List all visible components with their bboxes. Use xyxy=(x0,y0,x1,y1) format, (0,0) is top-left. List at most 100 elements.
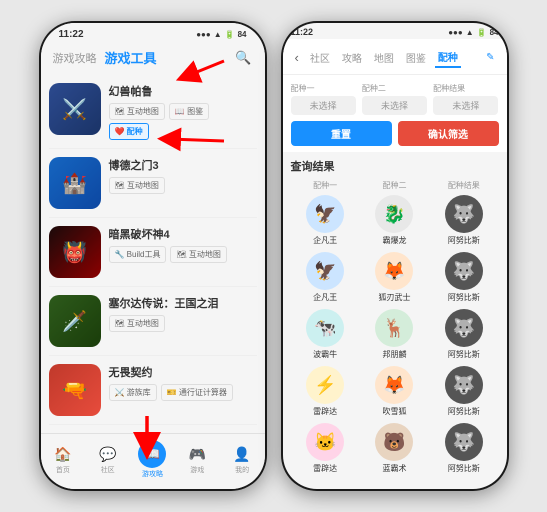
main-container: 11:22 ●●● ▲ 🔋 84 游戏攻略 游戏工具 🔍 xyxy=(0,0,547,512)
pokemon-name-4-3: 阿努比斯 xyxy=(448,406,480,417)
game-item-diablo[interactable]: 👹 暗黑破坏神4 🔧 Build工具 🗺 互动地图 xyxy=(49,218,257,287)
game-thumb-zelda: 🗡️ xyxy=(49,295,101,347)
game-info-bg3: 博德之门3 🗺 互动地图 xyxy=(109,157,257,194)
tab-guide[interactable]: 游戏攻略 xyxy=(53,48,97,68)
game-thumb-valorant: 🔫 xyxy=(49,364,101,416)
game-tags-palworld: 🗺 互动地图 📖 图鉴 xyxy=(109,103,257,120)
pokemon-name-1-3: 阿努比斯 xyxy=(448,235,480,246)
breed-label-3: 配种结果 xyxy=(433,83,498,94)
result-col-2-1: 🦅 企凡王 xyxy=(291,252,360,303)
nav-guide[interactable]: 📖 游攻略 xyxy=(134,440,170,479)
right-battery: 🔋 xyxy=(477,28,487,37)
game-thumb-bg3: 🏰 xyxy=(49,157,101,209)
game-info-diablo: 暗黑破坏神4 🔧 Build工具 🗺 互动地图 xyxy=(109,226,257,263)
back-icon[interactable]: ‹ xyxy=(295,50,299,65)
game-title-zelda: 塞尔达传说：王国之泪 xyxy=(109,295,257,311)
tag-map-diablo[interactable]: 🗺 互动地图 xyxy=(170,246,226,263)
nav-games[interactable]: 🎮 游戏 xyxy=(179,444,215,475)
tab-map[interactable]: 地图 xyxy=(371,48,397,67)
signal-icon: ●●● xyxy=(196,30,211,39)
tag-dex1[interactable]: 📖 图鉴 xyxy=(169,103,209,120)
results-header-breed1: 配种一 xyxy=(291,180,360,191)
pokemon-avatar-1-3: 🐺 xyxy=(445,195,483,233)
pokemon-name-5-2: 蓝霸术 xyxy=(382,463,406,474)
game-title-bg3: 博德之门3 xyxy=(109,157,257,173)
pokemon-avatar-5-2: 🐻 xyxy=(375,423,413,461)
tab-breed[interactable]: 配种 xyxy=(435,47,461,68)
result-row-2: 🦅 企凡王 🦊 狐刃武士 🐺 阿努比斯 xyxy=(291,252,499,303)
reset-button[interactable]: 重置 xyxy=(291,121,392,146)
breeding-panel: 配种一 未选择 配种二 未选择 配种结果 未选择 重置 确认筛选 xyxy=(283,75,507,152)
pokemon-name-3-1: 波霸牛 xyxy=(313,349,337,360)
tab-tools[interactable]: 游戏工具 xyxy=(105,46,157,69)
tag-pass[interactable]: 🎫 通行证计算器 xyxy=(161,384,233,401)
search-button[interactable]: 🔍 xyxy=(235,49,253,67)
game-item-palworld[interactable]: ⚔️ 幻兽帕鲁 🗺 互动地图 📖 图鉴 ❤️ 配种 xyxy=(49,75,257,149)
nav-community[interactable]: 💬 社区 xyxy=(90,444,126,475)
game-title-valorant: 无畏契约 xyxy=(109,364,257,380)
pokemon-name-2-2: 狐刃武士 xyxy=(378,292,410,303)
breed-select-3[interactable]: 未选择 xyxy=(433,96,498,115)
results-header-result: 配种结果 xyxy=(429,180,498,191)
tag-tribe[interactable]: ⚔️ 游族库 xyxy=(109,384,157,401)
result-col-2-3: 🐺 阿努比斯 xyxy=(429,252,498,303)
tag-map-bg3[interactable]: 🗺 互动地图 xyxy=(109,177,165,194)
game-item-valorant[interactable]: 🔫 无畏契约 ⚔️ 游族库 🎫 通行证计算器 xyxy=(49,356,257,425)
breed-selector-row: 配种一 未选择 配种二 未选择 配种结果 未选择 xyxy=(291,83,499,115)
right-signal: ●●● xyxy=(448,28,463,37)
nav-profile[interactable]: 👤 我的 xyxy=(224,444,260,475)
nav-guide-label: 游攻略 xyxy=(142,469,163,479)
confirm-button[interactable]: 确认筛选 xyxy=(398,121,499,146)
game-item-bg3[interactable]: 🏰 博德之门3 🗺 互动地图 xyxy=(49,149,257,218)
right-phone: 11:22 ●●● ▲ 🔋 84 ‹ 社区 攻略 地图 图鉴 配种 ✎ xyxy=(281,21,509,491)
pokemon-avatar-2-2: 🦊 xyxy=(375,252,413,290)
pokemon-avatar-3-2: 🦌 xyxy=(375,309,413,347)
nav-home[interactable]: 🏠 首页 xyxy=(45,444,81,475)
game-item-zelda[interactable]: 🗡️ 塞尔达传说：王国之泪 🗺 互动地图 xyxy=(49,287,257,356)
left-app-header: 游戏攻略 游戏工具 🔍 xyxy=(41,42,265,75)
result-col-4-2: 🦊 吹雪狐 xyxy=(360,366,429,417)
right-status-icons: ●●● ▲ 🔋 84 xyxy=(448,27,498,37)
guide-icon: 📖 xyxy=(138,440,166,468)
result-row-3: 🐄 波霸牛 🦌 邦朋麟 🐺 阿努比斯 xyxy=(291,309,499,360)
breed-col-2: 配种二 未选择 xyxy=(362,83,427,115)
right-app-header: ‹ 社区 攻略 地图 图鉴 配种 ✎ xyxy=(283,39,507,75)
tag-map1[interactable]: 🗺 互动地图 xyxy=(109,103,165,120)
right-status-bar: 11:22 ●●● ▲ 🔋 84 xyxy=(283,23,507,39)
tag-map-zelda[interactable]: 🗺 互动地图 xyxy=(109,315,165,332)
community-icon: 💬 xyxy=(98,444,118,464)
pokemon-avatar-1-2: 🐉 xyxy=(375,195,413,233)
tag-build[interactable]: 🔧 Build工具 xyxy=(109,246,167,263)
results-section: 查询结果 配种一 配种二 配种结果 🦅 企凡王 🐉 霸爆龙 xyxy=(283,152,507,489)
pokemon-name-2-1: 企凡王 xyxy=(313,292,337,303)
tag-breed[interactable]: ❤️ 配种 xyxy=(109,123,149,140)
result-col-3-1: 🐄 波霸牛 xyxy=(291,309,360,360)
result-col-2-2: 🦊 狐刃武士 xyxy=(360,252,429,303)
right-nav-tabs: ‹ 社区 攻略 地图 图鉴 配种 ✎ xyxy=(291,43,499,70)
result-col-3-2: 🦌 邦朋麟 xyxy=(360,309,429,360)
pokemon-avatar-4-2: 🦊 xyxy=(375,366,413,404)
breed-select-2[interactable]: 未选择 xyxy=(362,96,427,115)
tab-dex[interactable]: 图鉴 xyxy=(403,48,429,67)
breed-label-1: 配种一 xyxy=(291,83,356,94)
edit-icon[interactable]: ✎ xyxy=(486,52,494,63)
game-tags-palworld-2: ❤️ 配种 xyxy=(109,123,257,140)
games-icon: 🎮 xyxy=(187,444,207,464)
pokemon-avatar-1-1: 🦅 xyxy=(306,195,344,233)
pokemon-avatar-2-1: 🦅 xyxy=(306,252,344,290)
tab-guide-right[interactable]: 攻略 xyxy=(339,48,365,67)
pokemon-avatar-5-1: 🐱 xyxy=(306,423,344,461)
tab-social[interactable]: 社区 xyxy=(307,48,333,67)
breed-select-1[interactable]: 未选择 xyxy=(291,96,356,115)
profile-icon: 👤 xyxy=(232,444,252,464)
battery-level: 84 xyxy=(238,30,247,39)
results-title: 查询结果 xyxy=(291,158,499,174)
result-col-1-1: 🦅 企凡王 xyxy=(291,195,360,246)
right-battery-level: 84 xyxy=(490,28,499,37)
result-row-4: ⚡ 雷辟达 🦊 吹雪狐 🐺 阿努比斯 xyxy=(291,366,499,417)
pokemon-name-4-2: 吹雪狐 xyxy=(382,406,406,417)
result-col-1-3: 🐺 阿努比斯 xyxy=(429,195,498,246)
game-info-valorant: 无畏契约 ⚔️ 游族库 🎫 通行证计算器 xyxy=(109,364,257,401)
wifi-icon: ▲ xyxy=(214,30,222,39)
breed-result-col: 配种结果 未选择 xyxy=(433,83,498,115)
